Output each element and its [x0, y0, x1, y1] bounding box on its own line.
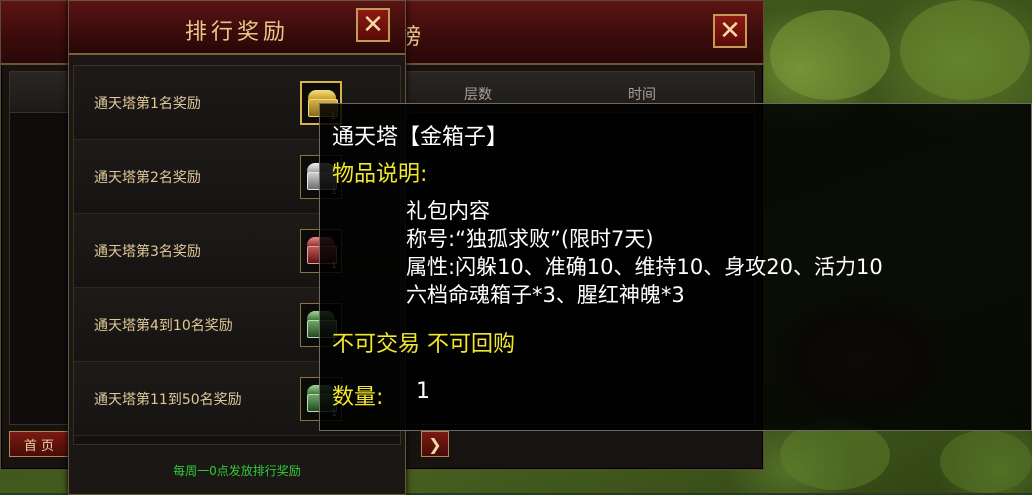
reward-label: 通天塔第1名奖励	[94, 96, 201, 112]
tree-canopy	[770, 10, 890, 100]
first-page-button[interactable]: 首 页	[9, 431, 69, 457]
rewards-window-titlebar: 排行奖励 ✕	[69, 1, 405, 55]
reward-footer-note: 每周一0点发放排行奖励	[173, 464, 301, 478]
tree-canopy	[900, 0, 1030, 100]
reward-label: 通天塔第11到50名奖励	[94, 392, 242, 408]
tooltip-line: 礼包内容	[406, 199, 490, 223]
tooltip-quantity-value: 1	[416, 379, 430, 404]
rank-window-close-button[interactable]: ✕	[713, 14, 747, 48]
reward-label: 通天塔第3名奖励	[94, 244, 201, 260]
tooltip-restriction: 不可交易 不可回购	[332, 332, 515, 357]
rewards-window-close-button[interactable]: ✕	[356, 8, 390, 42]
item-tooltip: 通天塔【金箱子】 物品说明: 礼包内容 称号:“独孤求败”(限时7天) 属性:闪…	[319, 103, 1032, 431]
column-header-time: 时间	[628, 87, 656, 103]
tooltip-quantity-label: 数量:	[332, 385, 384, 410]
reward-label: 通天塔第2名奖励	[94, 170, 201, 186]
rewards-window-title: 排行奖励	[184, 20, 289, 45]
tooltip-desc-heading: 物品说明:	[332, 162, 428, 187]
next-page-button[interactable]: ❯	[421, 431, 449, 457]
column-header-floor: 层数	[464, 87, 492, 103]
tooltip-item-title: 通天塔【金箱子】	[332, 125, 509, 150]
tooltip-line: 六档命魂箱子*3、腥红神魄*3	[406, 283, 685, 307]
tooltip-description: 礼包内容 称号:“独孤求败”(限时7天) 属性:闪躲10、准确10、维持10、身…	[406, 197, 883, 309]
close-icon: ✕	[719, 16, 741, 46]
close-icon: ✕	[362, 10, 384, 40]
chevron-right-icon: ❯	[428, 434, 442, 454]
bush	[940, 430, 1032, 493]
tooltip-line: 称号:“独孤求败”(限时7天)	[406, 227, 654, 251]
reward-label: 通天塔第4到10名奖励	[94, 318, 233, 334]
tooltip-line: 属性:闪躲10、准确10、维持10、身攻20、活力10	[406, 255, 883, 279]
